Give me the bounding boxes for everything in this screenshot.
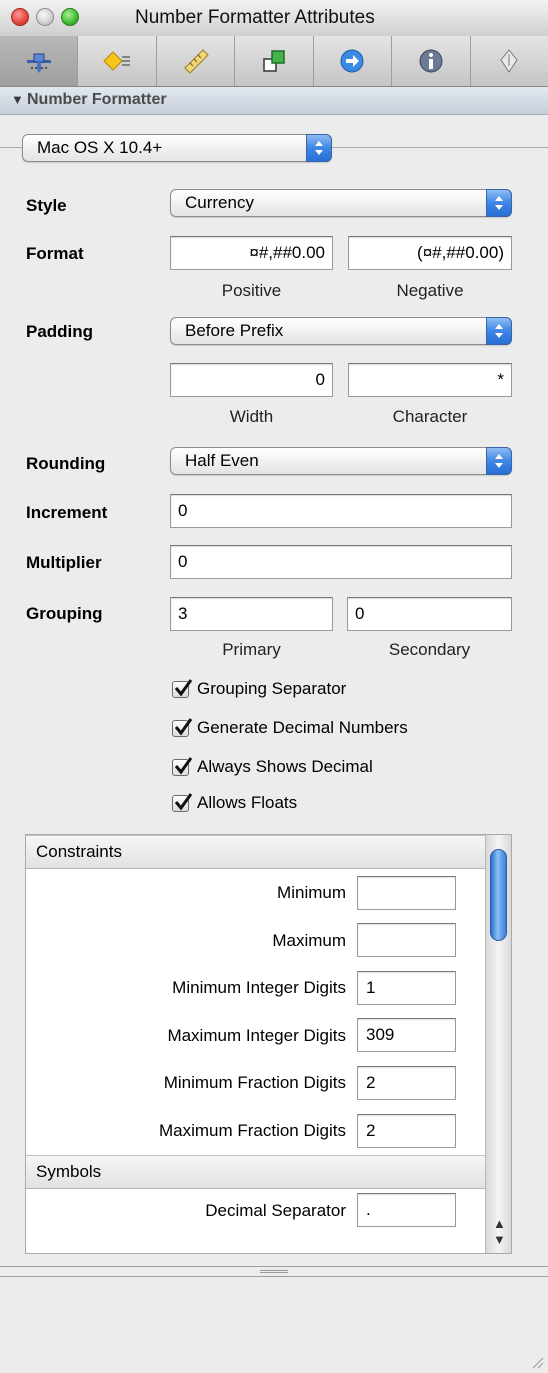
format-negative-field[interactable]: (¤#,##0.00): [348, 236, 512, 270]
padding-popup[interactable]: Before Prefix: [170, 317, 512, 345]
generate-decimal-numbers-checkbox[interactable]: Generate Decimal Numbers: [172, 716, 408, 740]
maximum-field[interactable]: [357, 923, 456, 957]
scroll-down-arrow-icon[interactable]: ▼: [493, 1233, 506, 1246]
separator-line: [0, 147, 22, 148]
checkmark-icon: [172, 756, 193, 776]
info-icon: [419, 49, 443, 73]
constraints-header[interactable]: Constraints: [26, 835, 485, 869]
maximum-fraction-digits-label: Maximum Fraction Digits: [158, 1121, 346, 1140]
rounding-label: Rounding: [26, 454, 106, 473]
padding-label: Padding: [26, 322, 94, 341]
popup-arrows-icon: [486, 317, 512, 345]
maximum-integer-digits-field[interactable]: 309: [357, 1018, 456, 1052]
rounding-value: Half Even: [185, 451, 259, 470]
tab-identity[interactable]: [235, 36, 314, 86]
multiplier-label: Multiplier: [26, 553, 102, 572]
tab-info[interactable]: [392, 36, 471, 86]
decimal-separator-field[interactable]: .: [357, 1193, 456, 1227]
popup-arrows-icon: [306, 134, 332, 162]
minimize-window-button[interactable]: [36, 8, 54, 26]
identity-shapes-icon: [263, 50, 285, 72]
multiplier-field[interactable]: 0: [170, 545, 512, 579]
format-label: Format: [26, 244, 84, 263]
section-title: Number Formatter: [27, 91, 167, 108]
minimum-fraction-digits-field[interactable]: 2: [357, 1066, 456, 1100]
maximum-label: Maximum: [272, 931, 346, 950]
disclosure-triangle-icon[interactable]: ▼: [11, 92, 24, 107]
checkmark-icon: [172, 717, 193, 737]
tab-connections[interactable]: [78, 36, 157, 86]
split-divider: [0, 1276, 548, 1277]
always-shows-decimal-checkbox[interactable]: Always Shows Decimal: [172, 755, 373, 779]
vertical-scrollbar[interactable]: ▲ ▼: [485, 835, 511, 1253]
window-title: Number Formatter Attributes: [135, 7, 375, 28]
pen-nib-icon: [500, 49, 518, 73]
inspector-toolbar: [0, 36, 548, 87]
grouping-secondary-field[interactable]: 0: [347, 597, 512, 631]
diamond-connections-icon: [103, 51, 131, 71]
split-view-grip[interactable]: [260, 1270, 288, 1273]
close-window-button[interactable]: [11, 8, 29, 26]
arrow-circle-icon: [340, 49, 364, 73]
behavior-popup[interactable]: Mac OS X 10.4+: [22, 134, 332, 162]
allows-floats-checkbox[interactable]: Allows Floats: [172, 791, 297, 815]
padding-value: Before Prefix: [185, 321, 284, 340]
scroll-thumb[interactable]: [490, 849, 507, 941]
checkmark-icon: [172, 678, 193, 698]
grouping-separator-checkbox[interactable]: Grouping Separator: [172, 677, 346, 701]
negative-caption: Negative: [396, 281, 464, 300]
increment-label: Increment: [26, 503, 108, 522]
padding-character-field[interactable]: *: [348, 363, 512, 397]
separator-line: [332, 147, 548, 148]
rounding-popup[interactable]: Half Even: [170, 447, 512, 475]
resize-grip-icon[interactable]: [530, 1355, 544, 1369]
title-bar: Number Formatter Attributes: [0, 0, 548, 37]
minimum-fraction-digits-label: Minimum Fraction Digits: [163, 1073, 346, 1092]
section-header[interactable]: ▼ Number Formatter: [0, 87, 548, 115]
symbols-header[interactable]: Symbols: [26, 1155, 485, 1189]
tab-effects[interactable]: [314, 36, 393, 86]
popup-arrows-icon: [486, 447, 512, 475]
decimal-separator-label: Decimal Separator: [205, 1201, 346, 1220]
split-divider: [0, 1266, 548, 1267]
tab-bindings[interactable]: [0, 36, 79, 86]
grouping-label: Grouping: [26, 604, 103, 623]
primary-caption: Primary: [222, 640, 281, 659]
minimum-label: Minimum: [277, 883, 346, 902]
behavior-value: Mac OS X 10.4+: [37, 138, 163, 157]
ruler-size-icon: [183, 49, 209, 74]
checkmark-icon: [172, 792, 193, 812]
positive-caption: Positive: [221, 281, 282, 300]
tab-size[interactable]: [157, 36, 236, 86]
minimum-integer-digits-label: Minimum Integer Digits: [172, 978, 346, 997]
style-popup[interactable]: Currency: [170, 189, 512, 217]
style-value: Currency: [185, 193, 254, 212]
character-caption: Character: [392, 407, 468, 426]
constraints-table: Constraints Minimum Maximum Minimum Inte…: [25, 834, 512, 1254]
scroll-up-arrow-icon[interactable]: ▲: [493, 1217, 506, 1230]
format-positive-field[interactable]: ¤#,##0.00: [170, 236, 333, 270]
zoom-window-button[interactable]: [61, 8, 79, 26]
bindings-pin-icon: [26, 53, 51, 73]
style-label: Style: [26, 196, 67, 215]
increment-field[interactable]: 0: [170, 494, 512, 528]
maximum-integer-digits-label: Maximum Integer Digits: [167, 1026, 346, 1045]
secondary-caption: Secondary: [388, 640, 471, 659]
maximum-fraction-digits-field[interactable]: 2: [357, 1114, 456, 1148]
popup-arrows-icon: [486, 189, 512, 217]
width-caption: Width: [229, 407, 274, 426]
grouping-primary-field[interactable]: 3: [170, 597, 333, 631]
tab-applescript[interactable]: [471, 36, 548, 86]
padding-width-field[interactable]: 0: [170, 363, 333, 397]
minimum-field[interactable]: [357, 876, 456, 910]
minimum-integer-digits-field[interactable]: 1: [357, 971, 456, 1005]
